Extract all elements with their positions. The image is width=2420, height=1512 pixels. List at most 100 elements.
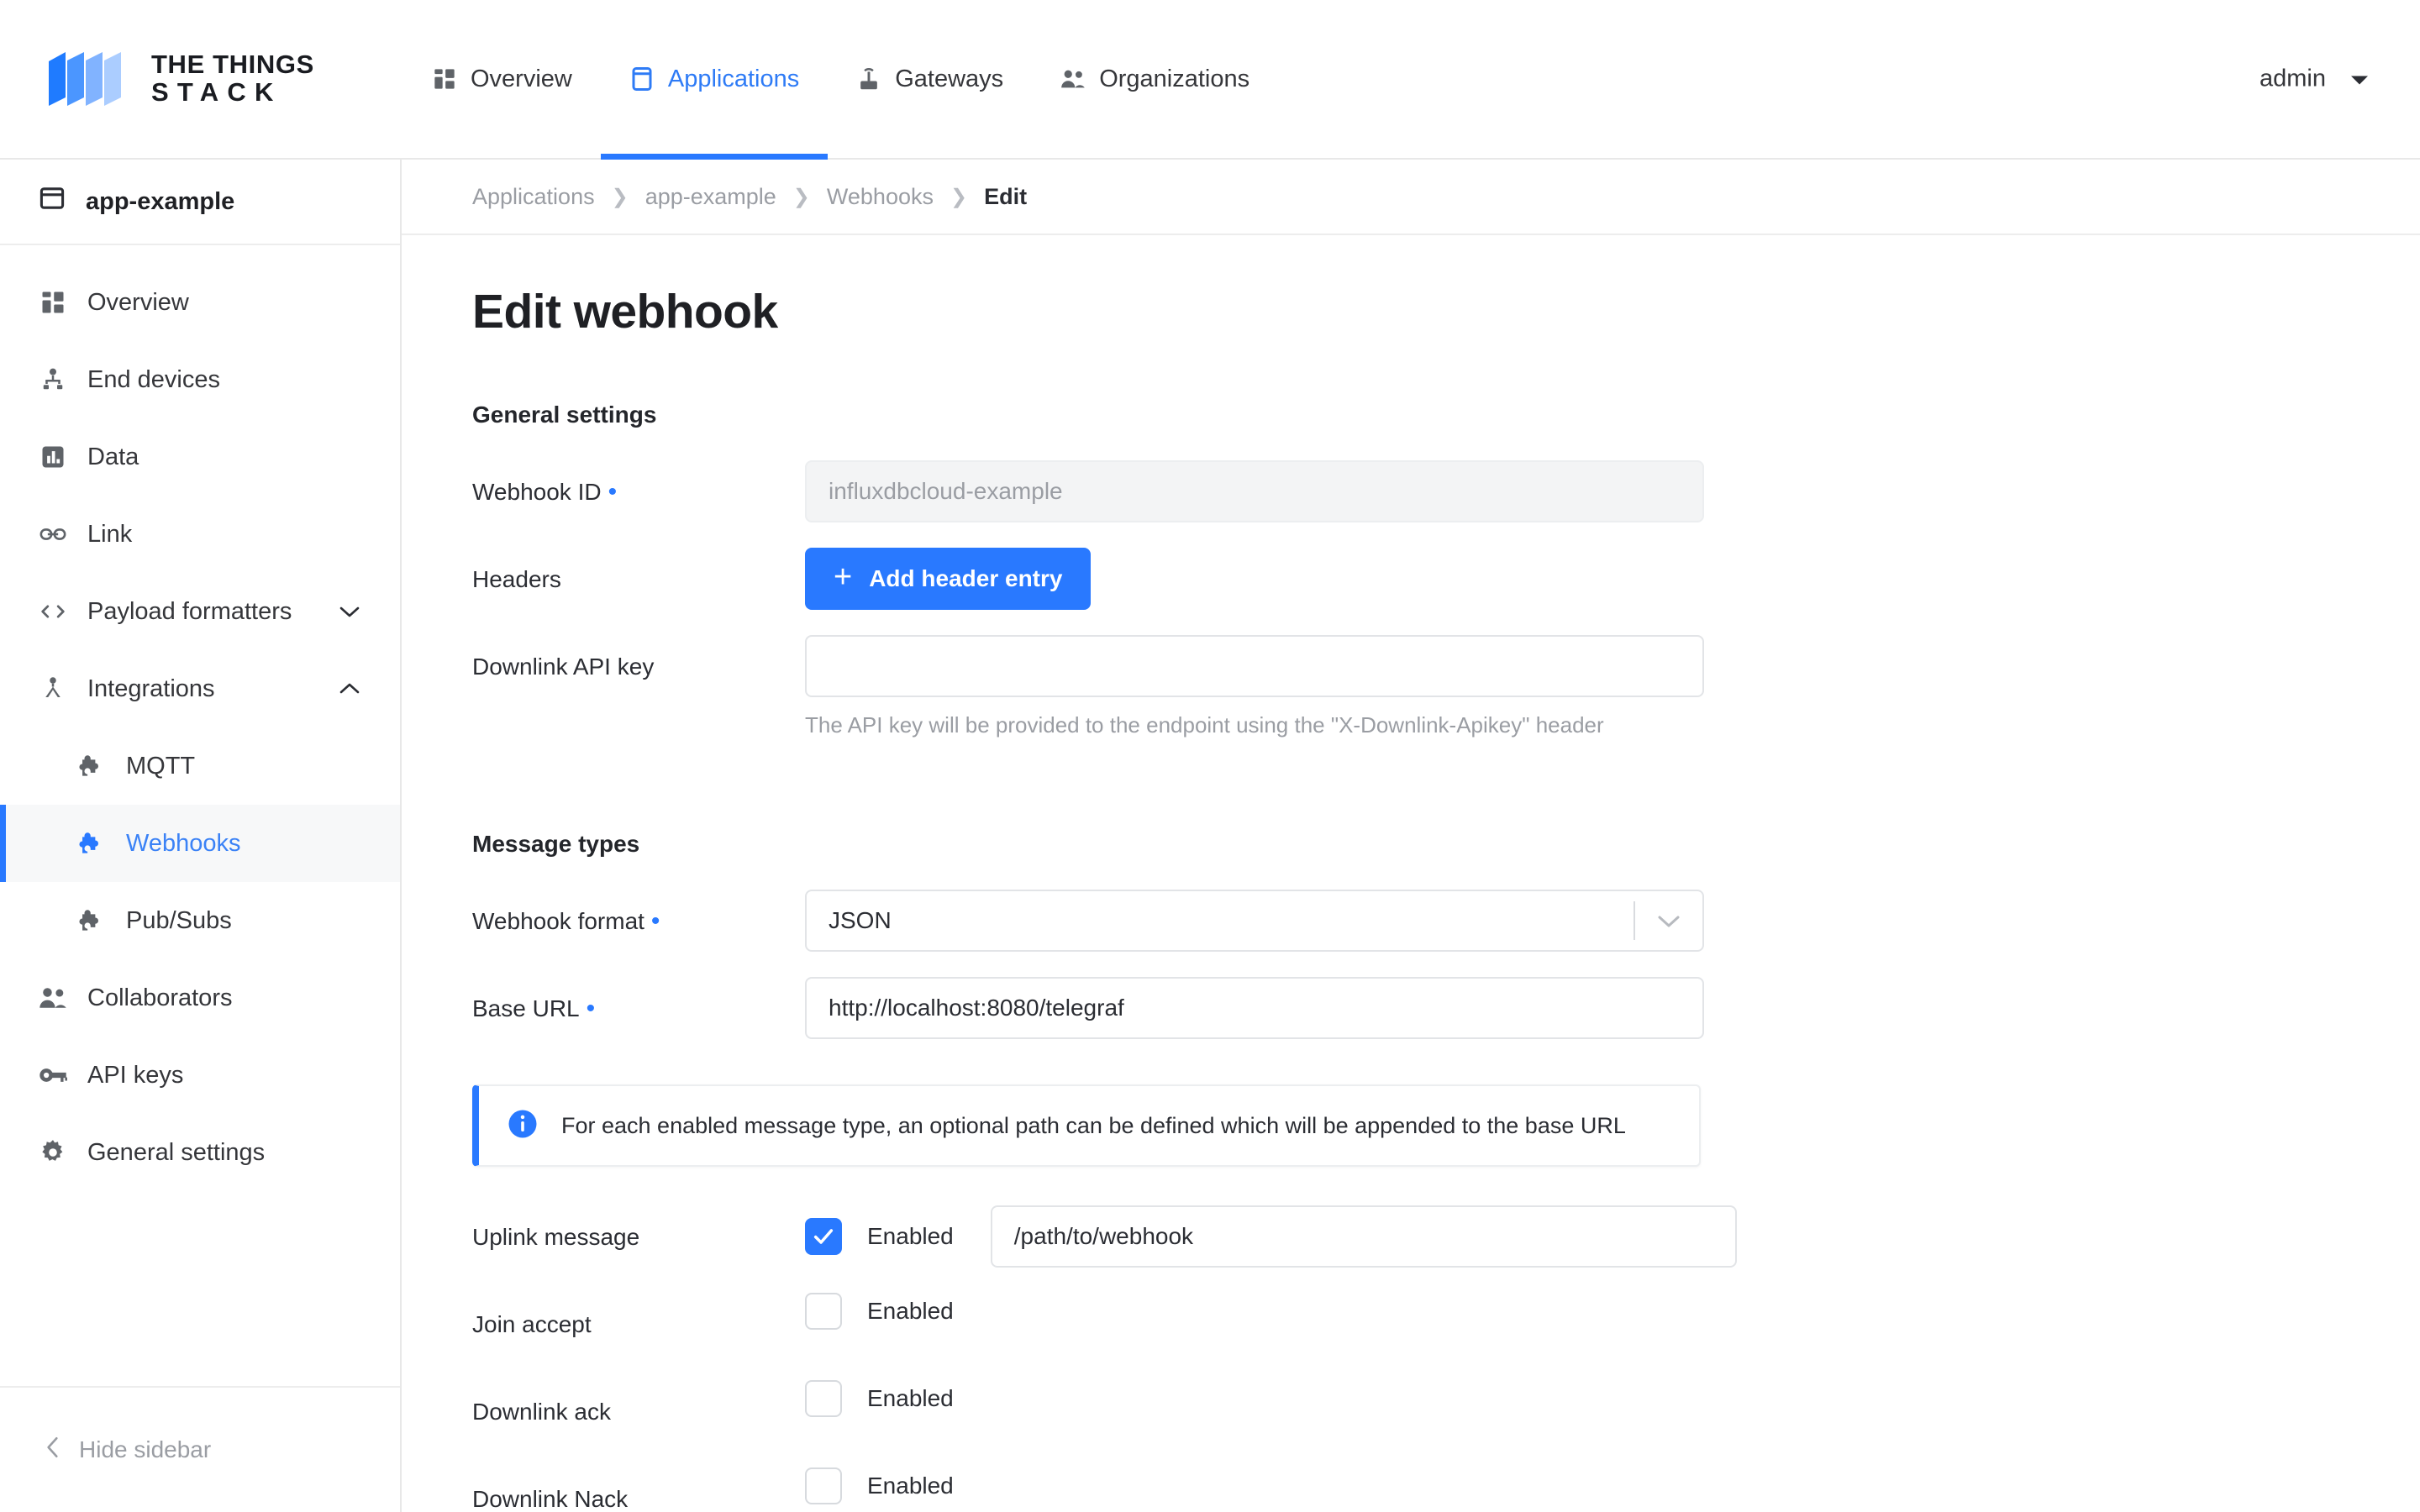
breadcrumb-item-app-example[interactable]: app-example bbox=[645, 184, 776, 210]
field-label-downlink-nack: Downlink Nack bbox=[472, 1467, 805, 1512]
sidebar-item-api-keys[interactable]: API keys bbox=[0, 1037, 400, 1114]
brand-wordmark: THE THINGS STACK bbox=[151, 51, 314, 107]
chevron-down-icon[interactable] bbox=[1635, 912, 1702, 929]
field-row-headers: Headers + Add header entry bbox=[472, 548, 2420, 625]
sidebar: app-example Overview End devices Data bbox=[0, 160, 402, 1512]
uplink-message-checkbox[interactable] bbox=[805, 1218, 842, 1255]
nav-item-overview[interactable]: Overview bbox=[403, 0, 601, 158]
field-label-headers: Headers bbox=[472, 548, 805, 593]
overview-grid-icon bbox=[432, 66, 457, 92]
field-row-base-url: Base URL • http://localhost:8080/telegra… bbox=[472, 977, 2420, 1054]
field-control-downlink-nack: Enabled bbox=[805, 1467, 2420, 1504]
breadcrumb-separator: ❯ bbox=[793, 185, 810, 209]
chevron-down-icon[interactable] bbox=[338, 600, 361, 623]
nav-item-gateways[interactable]: Gateways bbox=[828, 0, 1032, 158]
sidebar-item-end-devices[interactable]: End devices bbox=[0, 341, 400, 418]
field-label-text-downlink-nack: Downlink Nack bbox=[472, 1486, 628, 1512]
info-notice-text: For each enabled message type, an option… bbox=[561, 1113, 1626, 1139]
field-label-text-join-accept: Join accept bbox=[472, 1311, 592, 1338]
breadcrumb-separator: ❯ bbox=[612, 185, 629, 209]
sidebar-label-integrations: Integrations bbox=[87, 675, 318, 703]
field-label-webhook-id: Webhook ID • bbox=[472, 460, 805, 506]
field-label-text-base-url: Base URL bbox=[472, 995, 580, 1022]
end-devices-icon bbox=[39, 365, 67, 394]
things-stack-logo-icon bbox=[47, 50, 129, 108]
nav-item-organizations[interactable]: Organizations bbox=[1032, 0, 1278, 158]
sidebar-item-general-settings[interactable]: General settings bbox=[0, 1114, 400, 1191]
field-control-headers: + Add header entry bbox=[805, 548, 2420, 610]
join-accept-checkbox[interactable] bbox=[805, 1293, 842, 1330]
nav-label-gateways: Gateways bbox=[895, 66, 1003, 93]
sidebar-item-overview[interactable]: Overview bbox=[0, 264, 400, 341]
organizations-people-icon bbox=[1060, 66, 1086, 92]
base-url-input[interactable]: http://localhost:8080/telegraf bbox=[805, 977, 1704, 1039]
field-control-downlink-api-key: The API key will be provided to the endp… bbox=[805, 635, 2420, 738]
sidebar-label-webhooks: Webhooks bbox=[126, 830, 361, 858]
sidebar-nav: Overview End devices Data Link bbox=[0, 245, 400, 1386]
base-url-value: http://localhost:8080/telegraf bbox=[829, 995, 1124, 1021]
sidebar-label-collaborators: Collaborators bbox=[87, 984, 361, 1012]
page-title: Edit webhook bbox=[472, 284, 2420, 339]
sidebar-item-webhooks[interactable]: Webhooks bbox=[0, 805, 400, 882]
puzzle-icon bbox=[77, 752, 106, 780]
sidebar-item-mqtt[interactable]: MQTT bbox=[0, 727, 400, 805]
add-header-entry-button[interactable]: + Add header entry bbox=[805, 548, 1091, 610]
downlink-ack-checkbox[interactable] bbox=[805, 1380, 842, 1417]
brand-logo[interactable]: THE THINGS STACK bbox=[47, 50, 403, 108]
downlink-api-key-input[interactable] bbox=[805, 635, 1704, 697]
chevron-left-icon bbox=[45, 1436, 60, 1465]
breadcrumb-item-applications[interactable]: Applications bbox=[472, 184, 595, 210]
sidebar-item-payload-formatters[interactable]: Payload formatters bbox=[0, 573, 400, 650]
collaborators-icon bbox=[39, 984, 67, 1012]
chevron-up-icon[interactable] bbox=[338, 677, 361, 701]
downlink-api-key-help-text: The API key will be provided to the endp… bbox=[805, 712, 2420, 738]
field-label-downlink-api-key: Downlink API key bbox=[472, 635, 805, 680]
field-control-webhook-format: JSON bbox=[805, 890, 2420, 952]
sidebar-item-integrations[interactable]: Integrations bbox=[0, 650, 400, 727]
body-wrapper: app-example Overview End devices Data bbox=[0, 160, 2420, 1512]
sidebar-item-data[interactable]: Data bbox=[0, 418, 400, 496]
downlink-ack-row: Enabled bbox=[805, 1380, 2420, 1417]
field-label-text-uplink-message: Uplink message bbox=[472, 1224, 639, 1251]
breadcrumb-separator: ❯ bbox=[950, 185, 967, 209]
uplink-message-path-input[interactable]: /path/to/webhook bbox=[991, 1205, 1737, 1268]
downlink-nack-row: Enabled bbox=[805, 1467, 2420, 1504]
webhook-id-input: influxdbcloud-example bbox=[805, 460, 1704, 522]
user-menu[interactable]: admin bbox=[2260, 66, 2370, 93]
field-control-base-url: http://localhost:8080/telegraf bbox=[805, 977, 2420, 1039]
field-label-text-webhook-id: Webhook ID bbox=[472, 479, 602, 506]
plus-icon: + bbox=[834, 561, 852, 593]
data-chart-icon bbox=[39, 443, 67, 471]
section-title-general-settings: General settings bbox=[472, 402, 2420, 428]
sidebar-label-mqtt: MQTT bbox=[126, 753, 361, 780]
field-row-webhook-id: Webhook ID • influxdbcloud-example bbox=[472, 460, 2420, 538]
field-row-downlink-nack: Downlink Nack Enabled bbox=[472, 1467, 2420, 1512]
field-row-webhook-format: Webhook format • JSON bbox=[472, 890, 2420, 967]
sidebar-item-link[interactable]: Link bbox=[0, 496, 400, 573]
sidebar-label-pubsubs: Pub/Subs bbox=[126, 907, 361, 935]
breadcrumb-item-edit: Edit bbox=[984, 184, 1027, 210]
sidebar-label-data: Data bbox=[87, 444, 361, 471]
add-header-entry-label: Add header entry bbox=[869, 565, 1062, 592]
nav-item-applications[interactable]: Applications bbox=[601, 0, 828, 158]
link-icon bbox=[39, 520, 67, 549]
sidebar-item-pubsubs[interactable]: Pub/Subs bbox=[0, 882, 400, 959]
sidebar-label-api-keys: API keys bbox=[87, 1062, 361, 1089]
uplink-message-enabled-label: Enabled bbox=[867, 1223, 954, 1250]
field-label-uplink-message: Uplink message bbox=[472, 1205, 805, 1251]
required-indicator: • bbox=[608, 480, 618, 505]
downlink-ack-enabled-label: Enabled bbox=[867, 1385, 954, 1412]
webhook-format-select[interactable]: JSON bbox=[805, 890, 1704, 952]
field-row-join-accept: Join accept Enabled bbox=[472, 1293, 2420, 1370]
field-control-downlink-ack: Enabled bbox=[805, 1380, 2420, 1417]
uplink-message-row: Enabled /path/to/webhook bbox=[805, 1205, 2420, 1268]
sidebar-item-collaborators[interactable]: Collaborators bbox=[0, 959, 400, 1037]
field-label-text-headers: Headers bbox=[472, 566, 561, 593]
breadcrumb-item-webhooks[interactable]: Webhooks bbox=[827, 184, 934, 210]
downlink-nack-checkbox[interactable] bbox=[805, 1467, 842, 1504]
sidebar-app-header[interactable]: app-example bbox=[0, 160, 400, 245]
application-icon bbox=[629, 66, 655, 92]
main-content: Applications ❯ app-example ❯ Webhooks ❯ … bbox=[402, 160, 2420, 1512]
hide-sidebar-button[interactable]: Hide sidebar bbox=[0, 1386, 400, 1512]
primary-nav: Overview Applications Gateways Organizat… bbox=[403, 0, 1278, 158]
